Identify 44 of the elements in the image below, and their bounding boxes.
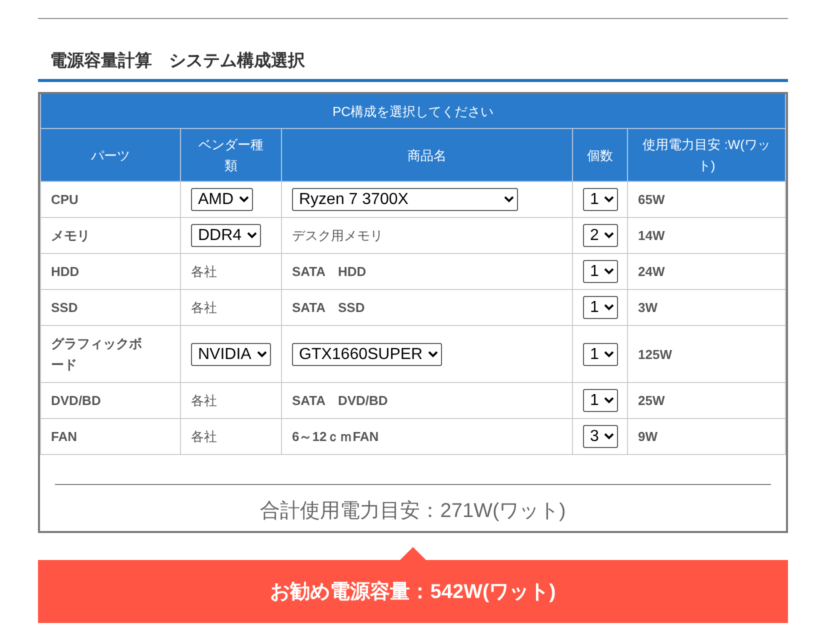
product-name: SATA DVD/BD bbox=[292, 392, 388, 408]
column-header: パーツ bbox=[40, 128, 180, 182]
wattage: 25W bbox=[638, 393, 665, 408]
quantity-select[interactable]: 3 bbox=[583, 425, 618, 448]
column-header: ベンダー種類 bbox=[180, 128, 282, 182]
quantity-select[interactable]: 1 bbox=[583, 188, 618, 211]
wattage: 125W bbox=[638, 346, 672, 362]
section-heading: 電源容量計算 システム構成選択 bbox=[38, 49, 788, 82]
product-select[interactable]: Ryzen 7 3700X bbox=[292, 188, 518, 211]
wattage: 65W bbox=[638, 192, 665, 207]
quantity-select[interactable]: 1 bbox=[583, 296, 618, 319]
quantity-select[interactable]: 1 bbox=[583, 342, 618, 366]
wattage: 14W bbox=[638, 228, 665, 243]
wattage: 3W bbox=[638, 300, 658, 315]
product-name: デスク用メモリ bbox=[292, 228, 383, 242]
vendor-text: 各社 bbox=[191, 300, 217, 314]
part-name: HDD bbox=[51, 264, 80, 279]
table-caption: PC構成を選択してください bbox=[332, 104, 494, 118]
wattage: 24W bbox=[638, 264, 665, 279]
part-name: CPU bbox=[51, 192, 78, 207]
product-name: SATA HDD bbox=[292, 264, 366, 278]
wattage: 9W bbox=[638, 429, 658, 444]
product-select[interactable]: GTX1660SUPER bbox=[292, 342, 442, 366]
product-name: SATA SSD bbox=[292, 300, 365, 314]
column-header: 使用電力目安 :W(ワット) bbox=[628, 128, 786, 182]
recommended-capacity: お勧め電源容量：542W(ワット) bbox=[270, 580, 556, 605]
quantity-select[interactable]: 2 bbox=[583, 224, 618, 247]
quantity-select[interactable]: 1 bbox=[583, 260, 618, 283]
part-name: DVD/BD bbox=[51, 393, 101, 408]
column-header: 個数 bbox=[572, 128, 628, 182]
part-name: メモリ bbox=[51, 228, 90, 242]
vendor-text: 各社 bbox=[191, 264, 217, 278]
column-header: 商品名 bbox=[282, 128, 572, 182]
vendor-text: 各社 bbox=[191, 428, 217, 444]
vendor-select[interactable]: NVIDIA bbox=[191, 342, 271, 366]
part-name: SSD bbox=[51, 300, 78, 315]
part-name: グラフィックボード bbox=[51, 336, 142, 372]
total-power: 合計使用電力目安：271W(ワット) bbox=[260, 500, 566, 522]
product-name: 6～12ｃｍFAN bbox=[292, 428, 379, 444]
part-name: FAN bbox=[51, 429, 77, 444]
vendor-text: 各社 bbox=[191, 392, 217, 408]
quantity-select[interactable]: 1 bbox=[583, 389, 618, 412]
vendor-select[interactable]: AMD bbox=[191, 188, 253, 211]
vendor-select[interactable]: DDR4 bbox=[191, 224, 261, 247]
